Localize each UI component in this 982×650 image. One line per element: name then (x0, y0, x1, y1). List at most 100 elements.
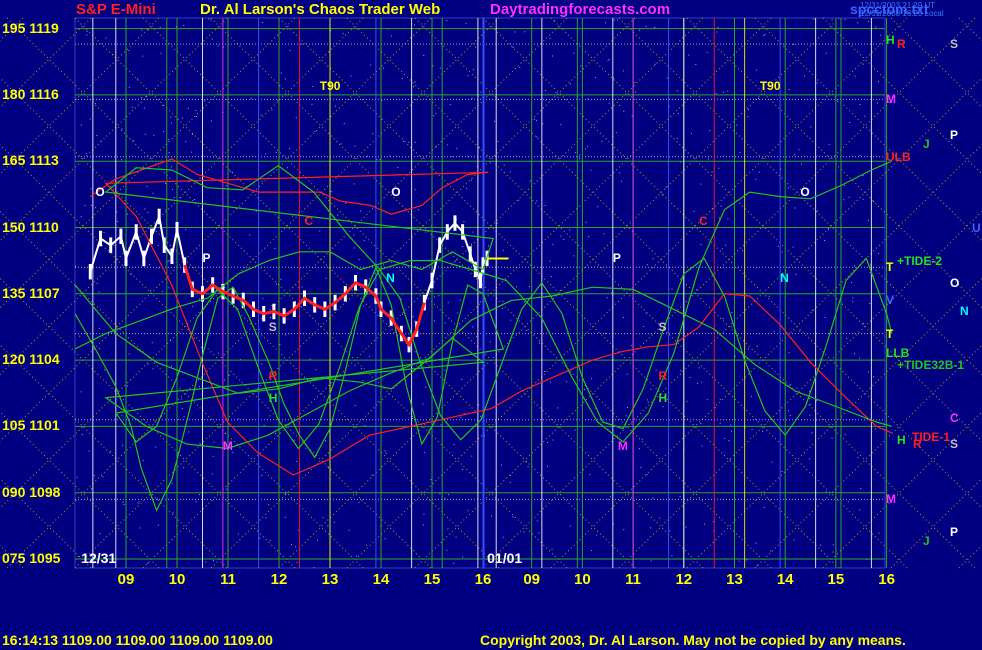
star-dot (382, 67, 384, 69)
star-dot (794, 207, 796, 209)
gann-line-down (618, 17, 982, 376)
star-dot (584, 148, 586, 150)
star-dot (229, 170, 231, 172)
star-dot (261, 21, 263, 23)
star-dot (717, 26, 719, 28)
star-dot (722, 318, 724, 320)
star-dot (444, 322, 446, 324)
star-dot (809, 403, 811, 405)
star-dot (138, 501, 140, 503)
star-dot (291, 544, 293, 546)
star-dot (261, 474, 263, 476)
star-dot (862, 63, 864, 65)
star-dot (837, 100, 839, 102)
annotation-label: N (386, 271, 395, 286)
star-dot (654, 27, 656, 29)
star-dot (182, 117, 184, 119)
star-dot (730, 424, 732, 426)
star-dot (719, 398, 721, 400)
star-dot (494, 120, 496, 122)
x-tick-label: 09 (117, 571, 135, 588)
star-dot (862, 175, 864, 177)
star-dot (293, 439, 295, 441)
star-dot (625, 415, 627, 417)
star-dot (362, 305, 364, 307)
star-dot (280, 72, 282, 74)
star-dot (701, 381, 703, 383)
star-dot (597, 206, 599, 208)
star-dot (423, 54, 425, 56)
x-tick-label: 15 (423, 571, 441, 588)
star-dot (641, 438, 643, 440)
star-dot (859, 357, 861, 359)
star-dot (172, 188, 174, 190)
star-dot (359, 210, 361, 212)
star-dot (827, 229, 829, 231)
star-dot (859, 104, 861, 106)
star-dot (164, 183, 166, 185)
star-dot (510, 474, 512, 476)
star-dot (523, 531, 525, 533)
star-dot (622, 316, 624, 318)
annotation-label: P (612, 251, 621, 266)
gann-line-down (958, 17, 982, 42)
annotation-label: R (658, 368, 668, 383)
star-dot (360, 368, 362, 370)
star-dot (185, 228, 187, 230)
star-dot (700, 244, 702, 246)
star-dot (514, 31, 516, 33)
star-dot (804, 75, 806, 77)
star-dot (350, 75, 352, 77)
star-dot (551, 548, 553, 550)
star-dot (439, 67, 441, 69)
star-dot (210, 19, 212, 21)
star-dot (456, 312, 458, 314)
star-dot (330, 191, 332, 193)
star-dot (313, 567, 315, 569)
right-side-label: P (950, 525, 959, 540)
star-dot (739, 151, 741, 153)
star-dot (362, 379, 364, 381)
star-dot (193, 337, 195, 339)
right-side-label: +TIDE32B-1 (897, 357, 965, 372)
x-tick-label: 14 (372, 571, 390, 588)
star-dot (763, 506, 765, 508)
star-dot (813, 18, 815, 20)
star-dot (460, 416, 462, 418)
star-dot (122, 501, 124, 503)
star-dot (591, 550, 593, 552)
annotation-label: O (800, 185, 810, 200)
right-side-label: U (972, 220, 981, 235)
site-link[interactable]: Daytradingforecasts.com (490, 1, 670, 18)
star-dot (104, 369, 106, 371)
star-dot (408, 141, 410, 143)
star-dot (199, 494, 201, 496)
star-dot (463, 221, 465, 223)
star-dot (96, 134, 98, 136)
star-dot (447, 494, 449, 496)
star-dot (608, 102, 610, 104)
star-dot (366, 544, 368, 546)
star-dot (542, 123, 544, 125)
annotation-label: S (658, 319, 667, 334)
star-dot (116, 211, 118, 213)
star-dot (706, 51, 708, 53)
star-dot (472, 69, 474, 71)
star-dot (824, 316, 826, 318)
x-tick-label: 12 (675, 571, 693, 588)
star-dot (75, 265, 77, 267)
star-dot (99, 533, 101, 535)
star-dot (711, 171, 713, 173)
star-dot (462, 556, 464, 558)
star-dot (86, 34, 88, 36)
instrument-title: S&P E-Mini (76, 1, 156, 18)
star-dot (747, 116, 749, 118)
star-dot (389, 155, 391, 157)
star-dot (168, 139, 170, 141)
x-tick-label: 10 (168, 571, 186, 588)
star-dot (181, 407, 183, 409)
star-dot (130, 273, 132, 275)
annotation-label: T90 (759, 79, 781, 94)
star-dot (455, 536, 457, 538)
star-dot (736, 124, 738, 126)
